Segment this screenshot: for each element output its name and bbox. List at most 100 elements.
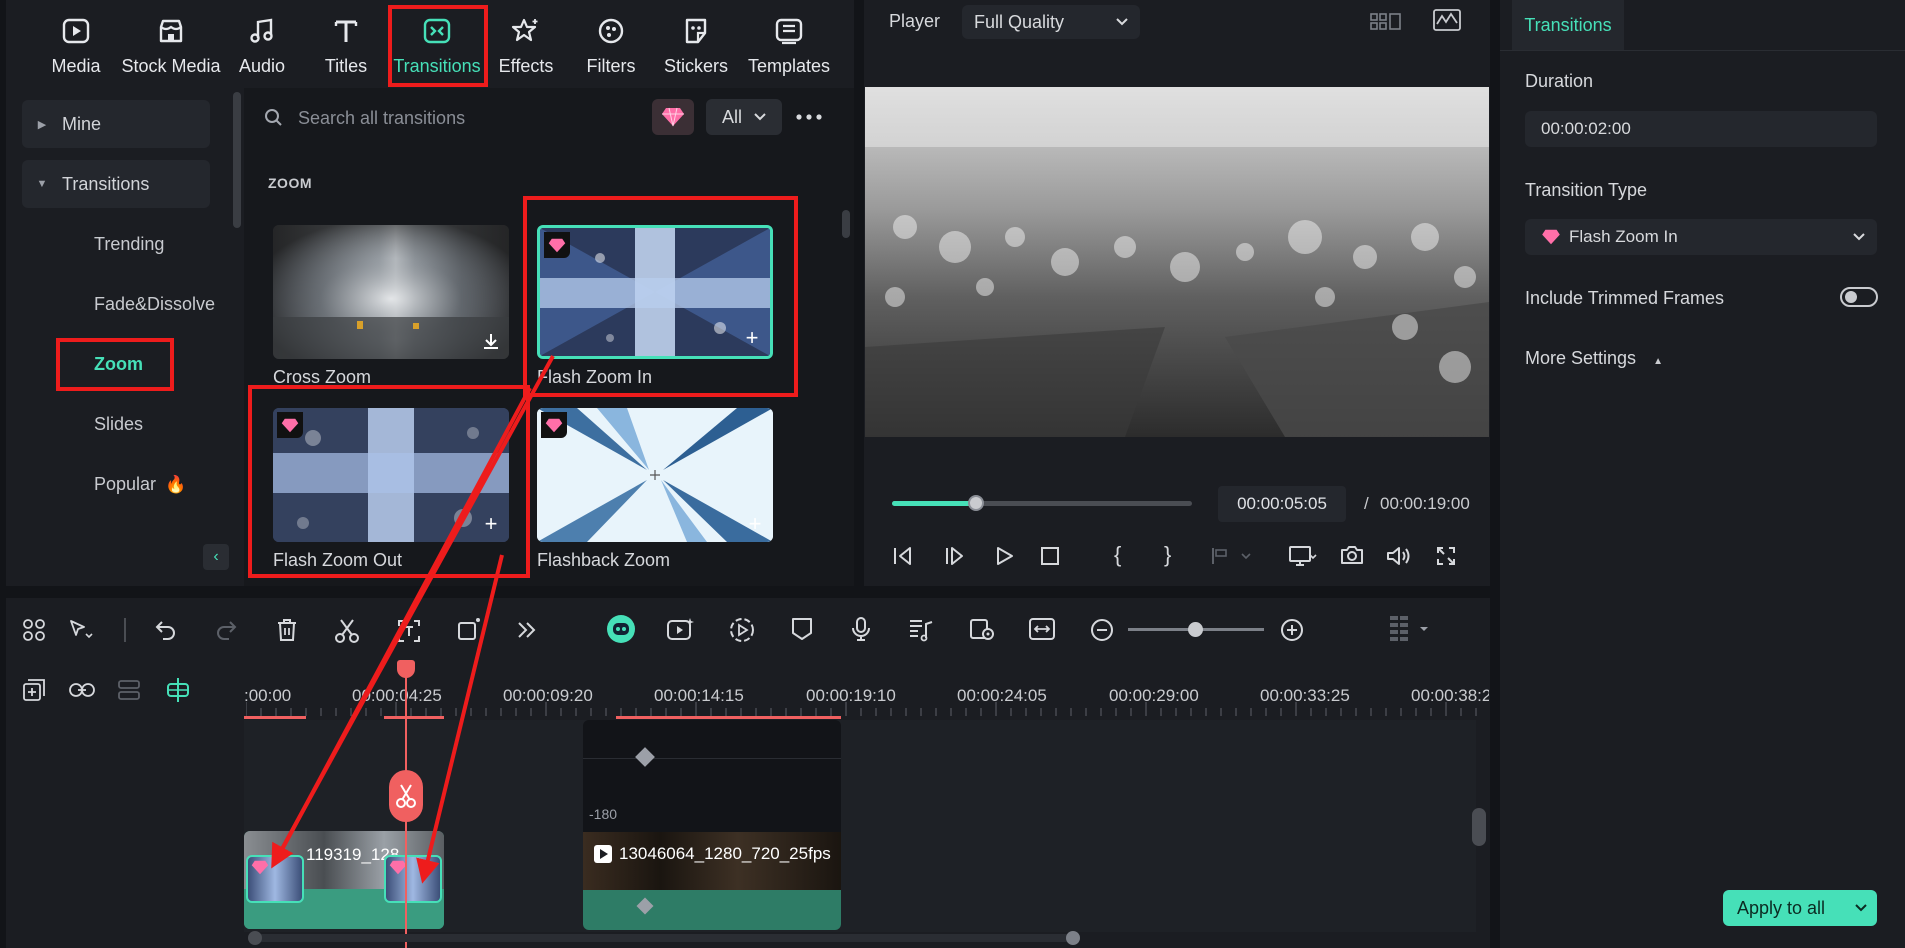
display-settings-icon[interactable] [1288,545,1318,567]
waveform-monitor-icon[interactable] [1432,8,1462,34]
tab-templates-label: Templates [747,56,831,76]
sidebar-item-slides[interactable]: Slides [94,414,143,435]
stop-icon[interactable] [1040,546,1060,566]
tab-media[interactable]: Media [26,14,126,84]
transition-card-flash-zoom-in[interactable]: + Flash Zoom In [537,225,773,388]
video-clip-2[interactable]: -180 13046064_1280_720_25fps [583,720,841,930]
zoom-in-icon[interactable] [1280,618,1304,642]
sidebar-item-zoom[interactable]: Zoom [94,354,143,375]
fullscreen-icon[interactable] [1436,546,1456,566]
apply-to-all-button[interactable]: Apply to all [1723,890,1877,926]
tab-transitions[interactable]: Transitions [387,14,487,84]
add-track-icon[interactable] [22,678,46,702]
add-icon[interactable]: + [745,513,765,535]
duration-field[interactable]: 00:00:02:00 [1525,111,1877,147]
playback-scrubber[interactable] [968,495,984,511]
chevron-down-icon[interactable] [1855,904,1867,912]
transition-block-start[interactable] [246,855,304,903]
insert-clip-icon[interactable] [1210,546,1254,566]
select-tool-icon[interactable] [68,618,94,642]
grid-view-icon[interactable] [1370,10,1402,34]
transition-card-flash-zoom-out[interactable]: + Flash Zoom Out [273,408,509,571]
tab-templates[interactable]: Templates [734,14,844,84]
audio-icon [245,14,279,48]
transition-card-cross-zoom[interactable]: Cross Zoom [273,225,509,388]
category-transitions[interactable]: ▼ Transitions [22,160,210,208]
layout-icon[interactable] [22,618,46,642]
volume-icon[interactable] [1386,545,1412,567]
audio-mix-icon[interactable] [908,616,934,642]
mask-icon[interactable] [456,616,482,642]
scroll-handle-right[interactable] [1066,931,1080,945]
more-tools-icon[interactable] [516,618,538,642]
category-mine[interactable]: ▶ Mine [22,100,210,148]
auto-reframe-icon[interactable] [728,616,756,644]
add-icon[interactable]: + [742,327,762,349]
timeline-zoom-knob[interactable] [1188,622,1203,637]
mark-in-icon[interactable]: { [1114,542,1121,568]
premium-filter-button[interactable] [652,99,694,135]
tab-stickers[interactable]: Stickers [646,14,746,84]
add-icon[interactable]: + [481,513,501,535]
playback-progress-track[interactable] [892,495,1192,511]
scroll-handle-left[interactable] [248,931,262,945]
split-scissors-icon[interactable] [334,618,360,644]
video-preview[interactable] [865,87,1489,437]
transition-card-flashback-zoom[interactable]: + Flashback Zoom [537,408,773,571]
sidebar-item-fade-dissolve[interactable]: Fade&Dissolve [94,294,215,315]
keyframe-diamond[interactable] [635,747,655,767]
link-icon[interactable] [68,678,96,702]
sidebar-item-popular[interactable]: Popular 🔥 [94,474,186,495]
include-trimmed-frames-label: Include Trimmed Frames [1525,288,1725,308]
redo-icon[interactable] [214,618,238,642]
delete-icon[interactable] [276,618,298,642]
card-name: Flashback Zoom [537,550,671,570]
more-options-button[interactable] [794,106,824,128]
filter-dropdown[interactable]: All [706,99,782,135]
sidebar-scrollbar[interactable] [233,92,241,228]
ai-copilot-icon[interactable] [606,614,636,644]
undo-icon[interactable] [154,618,178,642]
mark-out-icon[interactable]: } [1164,542,1171,568]
microphone-icon[interactable] [850,616,872,642]
download-icon[interactable] [481,331,501,351]
transition-type-dropdown[interactable]: Flash Zoom In [1525,219,1877,255]
next-frame-icon[interactable] [944,545,966,567]
search-bar[interactable]: Search all transitions [264,98,644,138]
ai-video-icon[interactable] [666,616,696,642]
search-input[interactable]: Search all transitions [298,108,465,129]
snap-icon[interactable] [164,676,192,704]
track-height-icon[interactable] [1388,614,1432,646]
zoom-out-icon[interactable] [1090,618,1114,642]
track-manager-icon[interactable] [116,678,142,702]
play-icon[interactable] [993,545,1015,567]
speed-ramp-icon[interactable] [968,616,996,642]
marker-icon[interactable] [790,616,814,642]
grid-scrollbar[interactable] [842,210,850,238]
split-at-playhead-button[interactable] [389,770,423,822]
sidebar-item-trending[interactable]: Trending [94,234,164,255]
transition-block-end[interactable] [384,855,442,903]
playback-progress-fill [892,501,976,506]
scissors-icon [395,783,417,809]
playhead-handle[interactable] [397,660,415,678]
tab-transitions-properties[interactable]: Transitions [1512,0,1624,50]
snapshot-icon[interactable] [1340,544,1364,566]
duration-label: Duration [1525,71,1594,91]
quality-dropdown[interactable]: Full Quality [962,5,1140,39]
keyframe-diamond[interactable] [636,897,654,915]
crop-icon[interactable] [396,618,422,644]
range-marker [616,716,841,719]
player-label: Player [889,11,941,31]
prev-frame-icon[interactable] [892,545,914,567]
tab-titles[interactable]: Titles [296,14,396,84]
tab-stock-media[interactable]: Stock Media [116,14,226,84]
more-settings-toggle[interactable]: More Settings ▲ [1525,348,1663,369]
current-timecode[interactable]: 00:00:05:05 [1218,486,1346,522]
collapse-sidebar-button[interactable]: ‹ [203,544,229,570]
timeline-horizontal-scrollbar[interactable] [248,931,1080,945]
timeline-vertical-scrollbar[interactable] [1472,808,1486,846]
fit-timeline-icon[interactable] [1028,616,1056,642]
caret-down-icon: ▼ [36,178,48,190]
include-trimmed-frames-toggle[interactable] [1840,287,1878,307]
